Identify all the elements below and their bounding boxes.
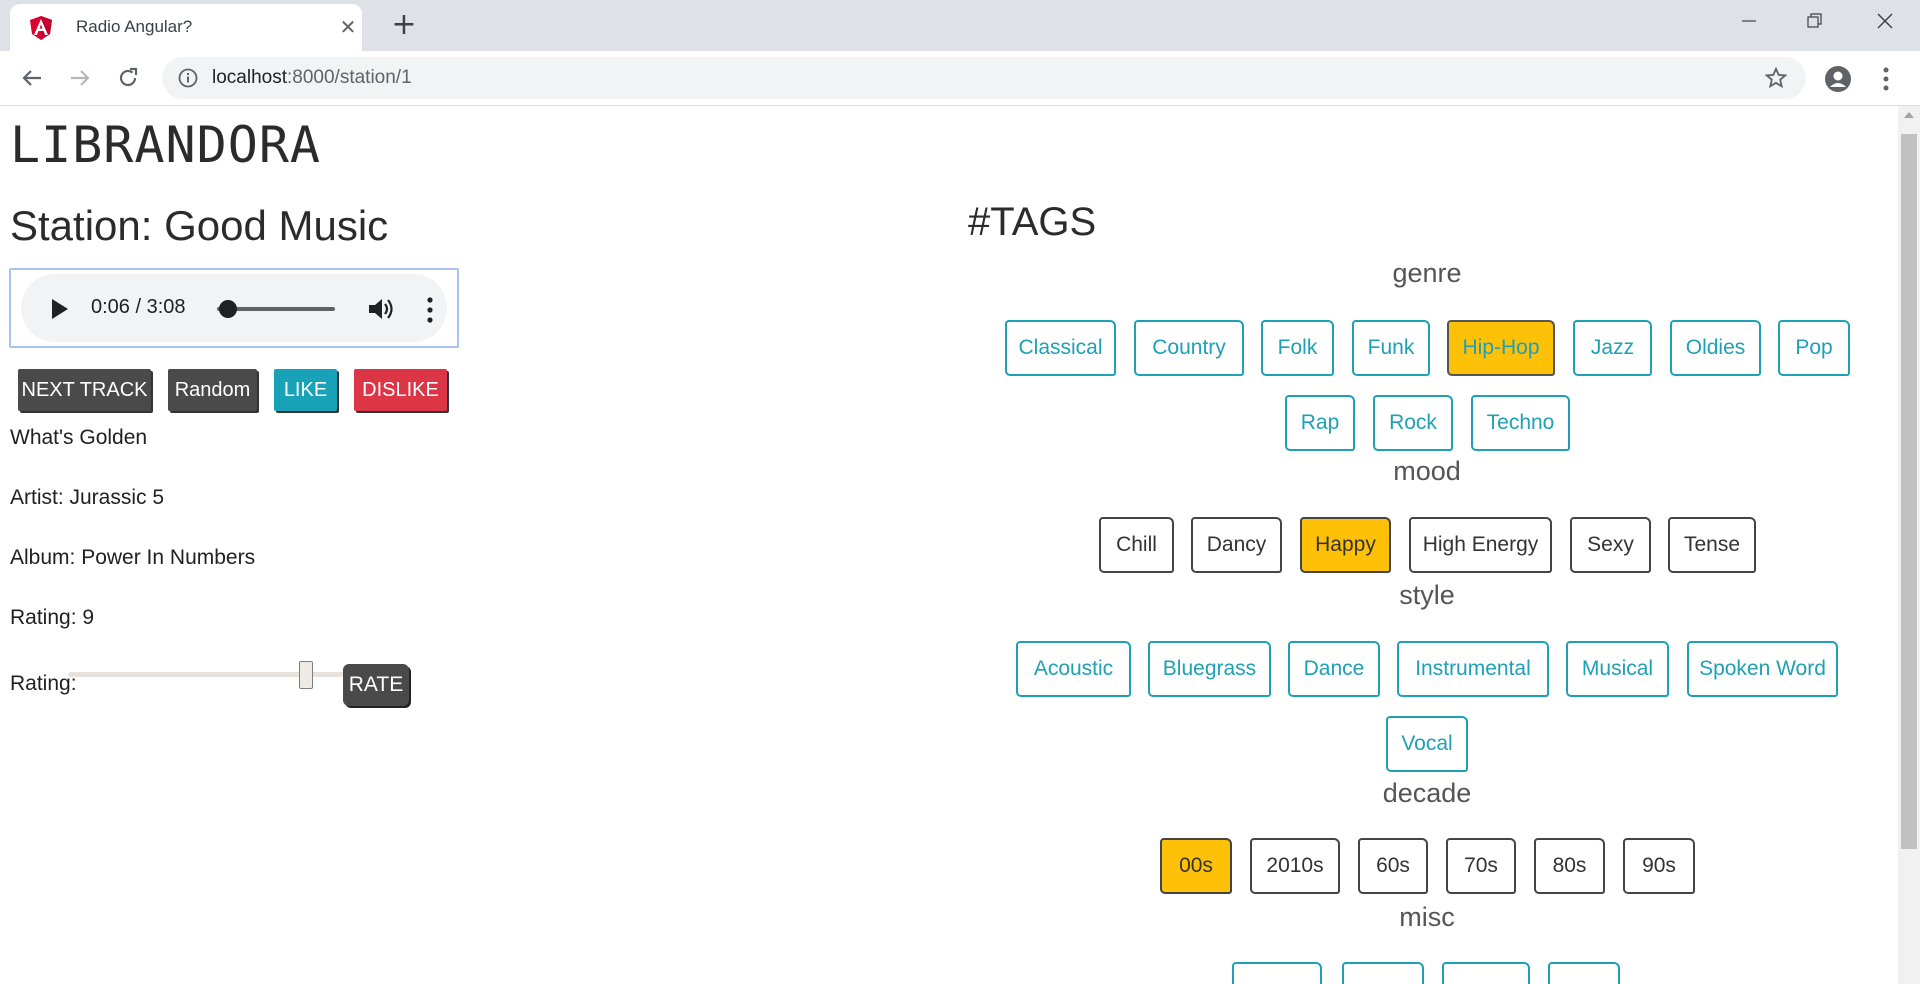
tag-00s[interactable]: 00s	[1160, 838, 1232, 894]
track-artist: Artist: Jurassic 5	[10, 486, 165, 509]
tag-rock[interactable]: Rock	[1373, 395, 1453, 451]
audio-seek-thumb[interactable]	[219, 300, 237, 318]
tag-spoken-word[interactable]: Spoken Word	[1687, 641, 1838, 697]
tag-funk[interactable]: Funk	[1352, 320, 1430, 376]
angular-favicon-icon	[30, 16, 52, 40]
tag-pop[interactable]: Pop	[1778, 320, 1850, 376]
new-tab-icon[interactable]: +	[388, 10, 420, 42]
browser-menu-icon[interactable]	[1876, 65, 1896, 93]
random-button[interactable]: Random	[168, 369, 257, 411]
site-info-icon[interactable]	[178, 68, 198, 88]
tag-bluegrass[interactable]: Bluegrass	[1148, 641, 1271, 697]
track-album: Album: Power In Numbers	[10, 546, 256, 569]
track-rating: Rating: 9	[10, 606, 95, 629]
tag-hip-hop[interactable]: Hip-Hop	[1447, 320, 1555, 376]
tag-classical[interactable]: Classical	[1005, 320, 1116, 376]
tag-folk[interactable]: Folk	[1261, 320, 1334, 376]
url-text[interactable]: localhost:8000/station/1	[212, 67, 412, 89]
back-arrow-icon[interactable]	[17, 63, 47, 93]
scrollbar-thumb[interactable]	[1901, 134, 1917, 849]
tag-dance[interactable]: Dance	[1288, 641, 1380, 697]
browser-toolbar: localhost:8000/station/1	[0, 51, 1920, 106]
profile-avatar-icon[interactable]	[1824, 65, 1852, 93]
brand-logo: LIBRANDORA	[10, 116, 322, 174]
dislike-button[interactable]: DISLIKE	[354, 369, 447, 411]
audio-time: 0:06 / 3:08	[91, 296, 186, 318]
tag-oldies[interactable]: Oldies	[1670, 320, 1761, 376]
rate-button[interactable]: RATE	[343, 664, 409, 706]
window-restore-icon[interactable]	[1786, 0, 1844, 42]
tag-misc-4[interactable]	[1548, 962, 1620, 984]
station-title: Station: Good Music	[10, 202, 389, 249]
bookmark-star-icon[interactable]	[1765, 67, 1787, 89]
rating-slider-label: Rating:	[10, 672, 77, 695]
like-button[interactable]: LIKE	[274, 369, 337, 411]
window-minimize-icon[interactable]	[1720, 0, 1778, 42]
tag-country[interactable]: Country	[1134, 320, 1244, 376]
browser-tabstrip: Radio Angular? ✕ +	[0, 0, 1920, 51]
tag-section-style: style	[1399, 580, 1455, 610]
page-viewport: LIBRANDORA Station: Good Music 0:06 / 3:…	[0, 106, 1898, 984]
tag-misc-2[interactable]	[1342, 962, 1424, 984]
rating-slider-thumb[interactable]	[299, 661, 313, 689]
volume-icon[interactable]	[367, 296, 395, 322]
tag-80s[interactable]: 80s	[1534, 838, 1605, 894]
address-bar[interactable]: localhost:8000/station/1	[162, 57, 1806, 99]
forward-arrow-icon[interactable]	[65, 63, 95, 93]
tag-musical[interactable]: Musical	[1566, 641, 1669, 697]
page-scrollbar[interactable]	[1898, 106, 1920, 984]
tag-tense[interactable]: Tense	[1668, 517, 1756, 573]
tag-jazz[interactable]: Jazz	[1573, 320, 1652, 376]
tag-chill[interactable]: Chill	[1099, 517, 1174, 573]
tag-70s[interactable]: 70s	[1446, 838, 1516, 894]
tag-instrumental[interactable]: Instrumental	[1397, 641, 1549, 697]
tag-section-misc: misc	[1399, 902, 1455, 932]
track-title: What's Golden	[10, 426, 148, 449]
tab-title: Radio Angular?	[76, 17, 193, 36]
tag-section-decade: decade	[1382, 778, 1472, 808]
tag-misc-3[interactable]	[1442, 962, 1530, 984]
tag-techno[interactable]: Techno	[1471, 395, 1570, 451]
tag-2010s[interactable]: 2010s	[1250, 838, 1340, 894]
tag-vocal[interactable]: Vocal	[1386, 716, 1468, 772]
tag-rap[interactable]: Rap	[1285, 395, 1355, 451]
tag-happy[interactable]: Happy	[1300, 517, 1391, 573]
tag-acoustic[interactable]: Acoustic	[1016, 641, 1131, 697]
next-track-button[interactable]: NEXT TRACK	[18, 369, 151, 411]
tag-dancy[interactable]: Dancy	[1191, 517, 1282, 573]
browser-tab[interactable]: Radio Angular? ✕	[10, 4, 362, 51]
audio-player[interactable]: 0:06 / 3:08	[21, 274, 447, 342]
tag-high-energy[interactable]: High Energy	[1409, 517, 1552, 573]
reload-icon[interactable]	[113, 63, 143, 93]
tag-sexy[interactable]: Sexy	[1570, 517, 1651, 573]
window-close-icon[interactable]	[1856, 0, 1914, 42]
tag-section-mood: mood	[1393, 456, 1461, 486]
tab-close-icon[interactable]: ✕	[335, 14, 361, 40]
audio-player-frame: 0:06 / 3:08	[9, 268, 459, 348]
play-icon[interactable]	[52, 299, 68, 319]
scroll-up-arrow-icon[interactable]	[1904, 112, 1914, 118]
tag-60s[interactable]: 60s	[1358, 838, 1428, 894]
tags-heading: #TAGS	[968, 200, 1097, 244]
tag-misc-1[interactable]	[1232, 962, 1322, 984]
tag-section-genre: genre	[1392, 258, 1462, 288]
audio-more-options-icon[interactable]	[425, 296, 435, 324]
tag-90s[interactable]: 90s	[1623, 838, 1695, 894]
